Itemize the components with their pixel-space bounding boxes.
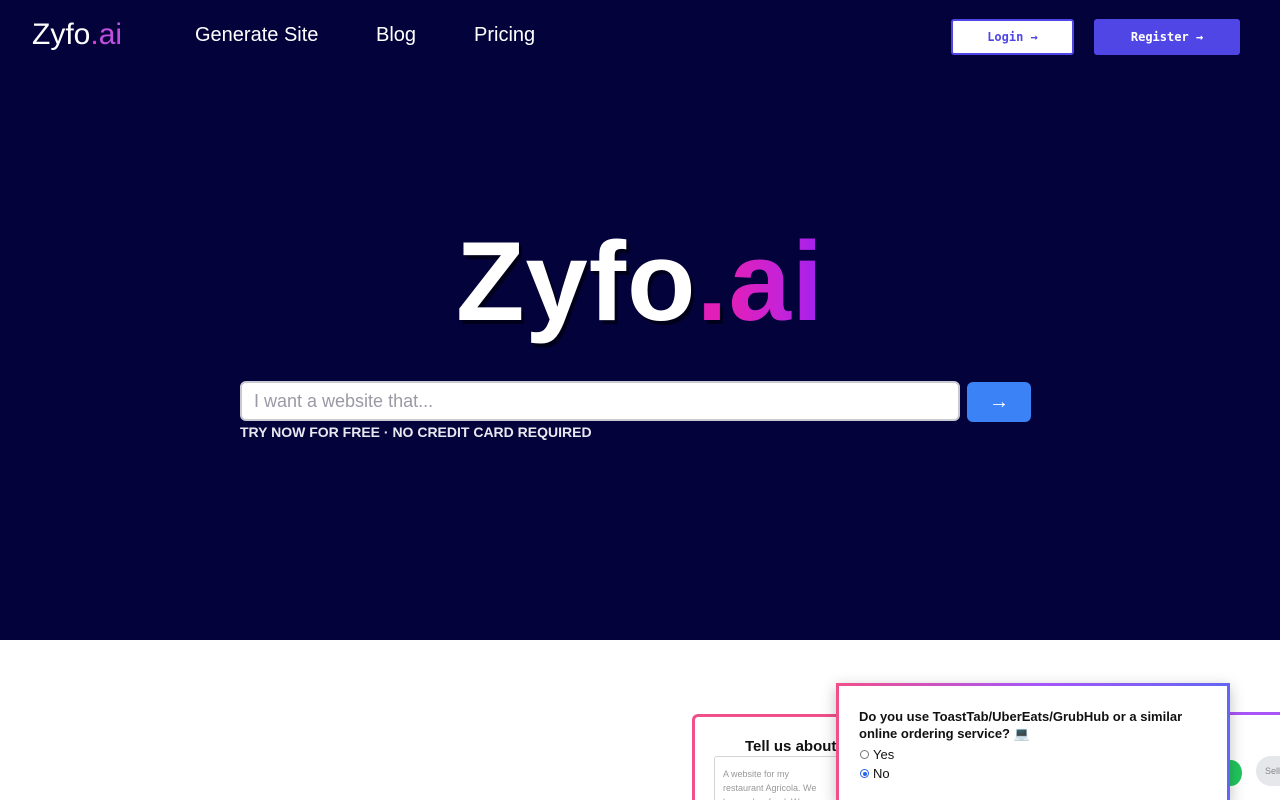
hero-logo-name: Zyfo — [456, 219, 697, 344]
nav-link-blog[interactable]: Blog — [376, 24, 416, 47]
website-prompt-input[interactable] — [240, 381, 960, 421]
option-yes-label: Yes — [873, 747, 895, 762]
hero-logo: Zyfo.ai — [0, 222, 1280, 342]
brand-logo[interactable]: Zyfo.ai — [32, 18, 122, 52]
hero-section: Zyfo.ai Generate Site Blog Pricing Login… — [0, 0, 1280, 640]
brand-dot: . — [90, 18, 99, 51]
hero-logo-suffix: ai — [728, 219, 824, 344]
question-card: Do you use ToastTab/UberEats/GrubHub or … — [836, 683, 1230, 800]
brand-suffix: ai — [98, 18, 123, 51]
option-yes[interactable]: Yes — [860, 747, 894, 762]
nav-link-generate-site[interactable]: Generate Site — [195, 24, 318, 47]
register-button[interactable]: Register → — [1094, 19, 1240, 55]
question-text: Do you use ToastTab/UberEats/GrubHub or … — [859, 709, 1183, 741]
preview-back-title: Tell us about — [745, 738, 837, 755]
option-no-label: No — [873, 766, 890, 781]
radio-unchecked-icon[interactable] — [860, 750, 869, 759]
hero-logo-dot: . — [696, 219, 729, 344]
submit-arrow-button[interactable]: → — [967, 382, 1031, 422]
arrow-right-icon: → — [989, 390, 1009, 413]
brand-name: Zyfo — [32, 18, 91, 51]
preview-pill: Sell — [1256, 756, 1280, 786]
nav-link-pricing[interactable]: Pricing — [474, 24, 535, 47]
radio-checked-icon[interactable] — [860, 769, 869, 778]
free-trial-tagline: TRY NOW FOR FREE · NO CREDIT CARD REQUIR… — [240, 424, 592, 440]
preview-back-textarea: A website for my restaurant Agricola. We… — [714, 756, 838, 800]
option-no[interactable]: No — [860, 766, 890, 781]
login-button[interactable]: Login → — [951, 19, 1074, 55]
